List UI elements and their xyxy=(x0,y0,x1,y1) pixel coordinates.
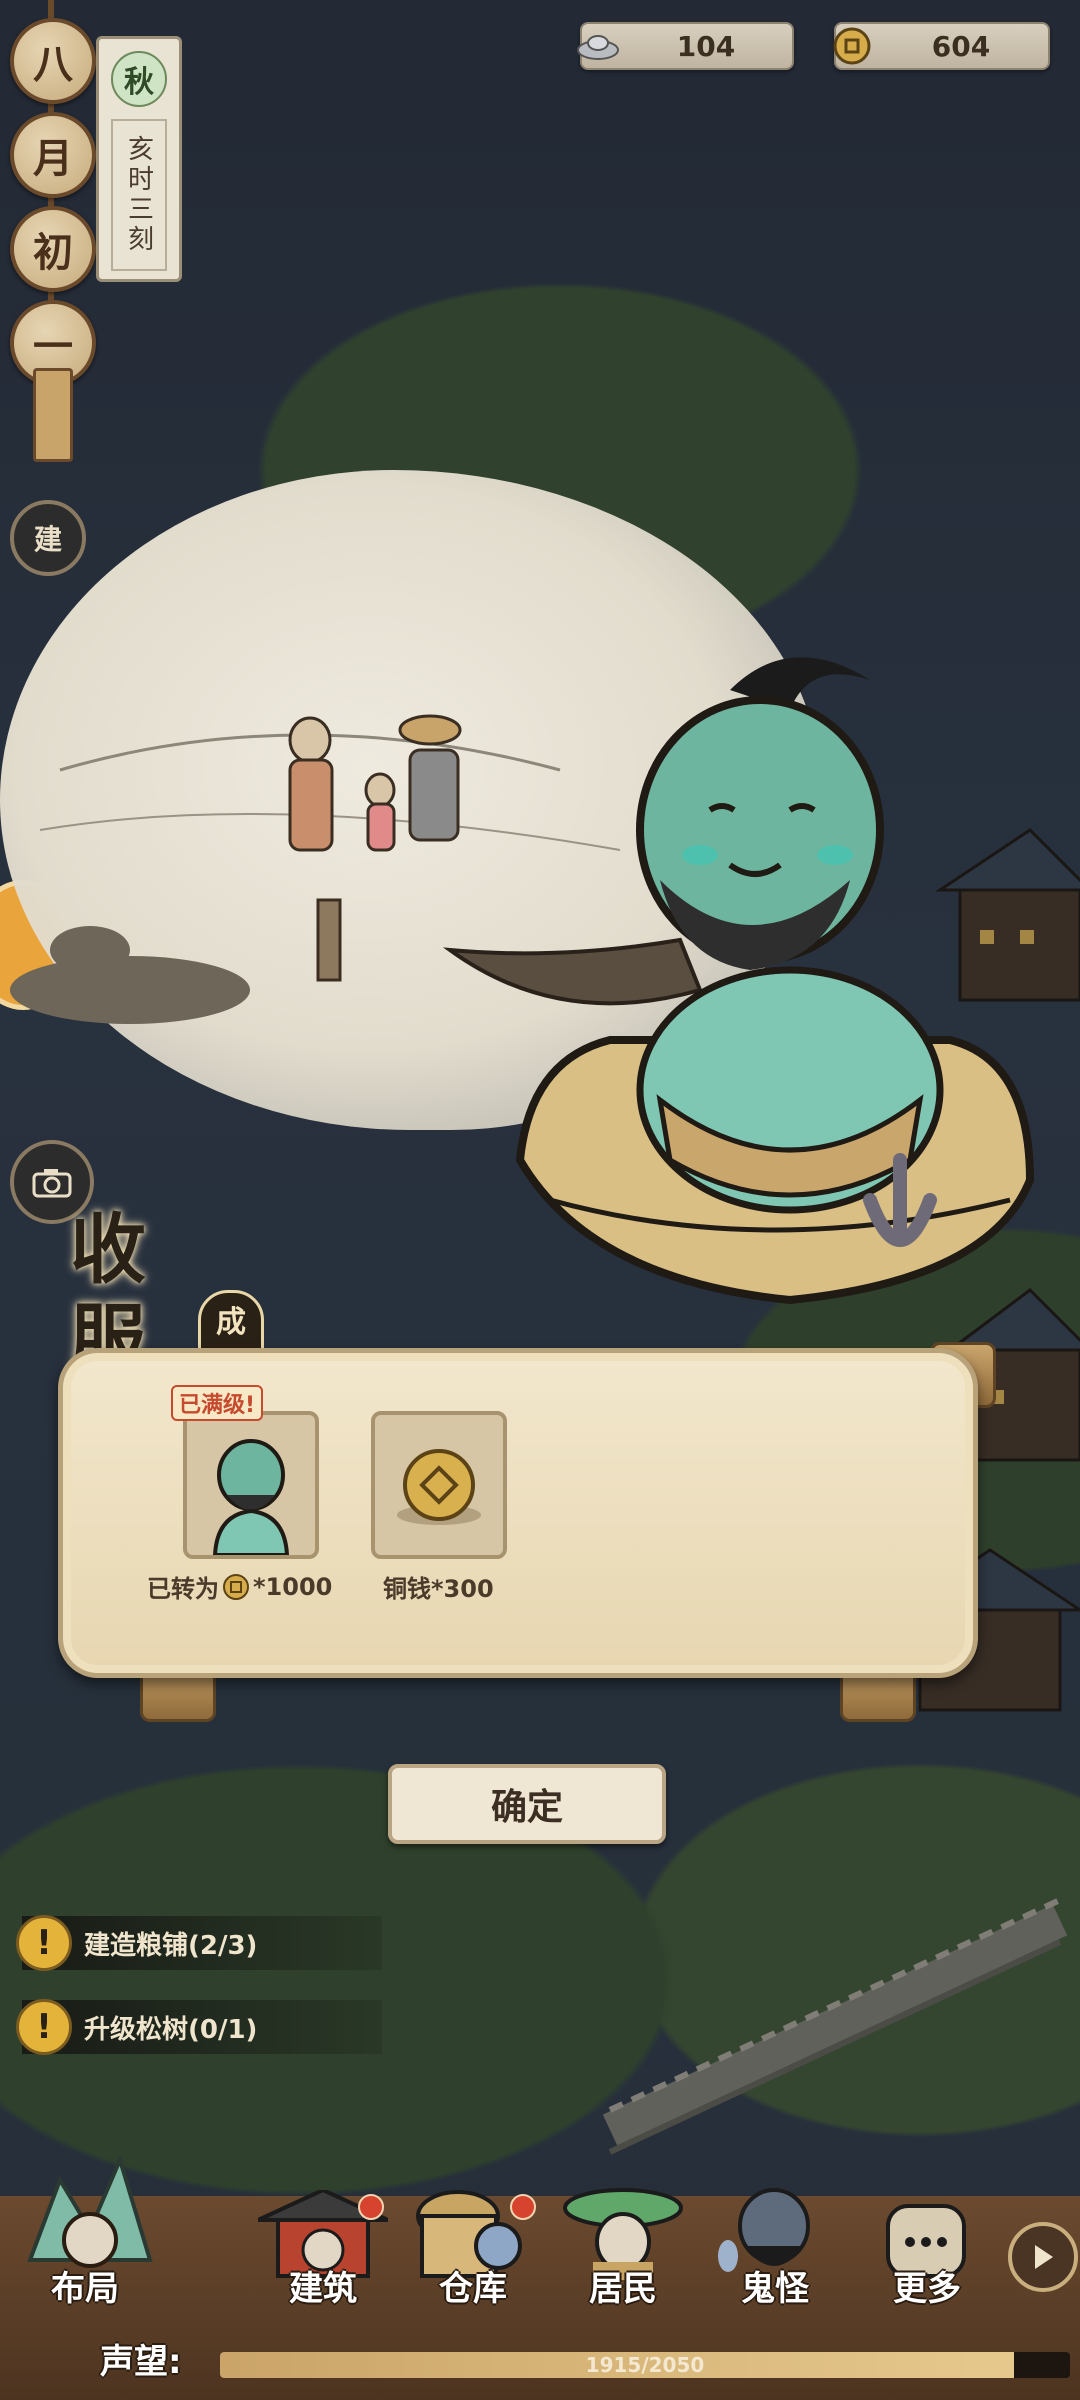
exclamation-icon: ! xyxy=(16,1999,72,2055)
nav-warehouse-button[interactable]: 仓库 xyxy=(398,2150,548,2310)
chevron-right-icon xyxy=(1035,2245,1053,2269)
calendar-bead: 月 xyxy=(10,112,96,198)
notification-dot xyxy=(510,2194,536,2220)
quest-item[interactable]: ! 建造粮铺(2/3) xyxy=(16,1915,382,1971)
silver-ingot-icon xyxy=(576,24,620,68)
converted-amount: *1000 xyxy=(253,1572,333,1601)
coin-reward-label: 铜钱*300 xyxy=(383,1575,494,1603)
copper-counter[interactable]: 604 xyxy=(833,22,1050,70)
nav-label: 更多 xyxy=(893,2269,961,2309)
ghost-boatman-portrait-icon xyxy=(212,1439,290,1557)
calendar-date[interactable]: 八 月 初 一 xyxy=(10,18,96,386)
quest-text: 建造粮铺(2/3) xyxy=(84,1930,258,1961)
copper-coin-icon xyxy=(830,24,874,68)
season-label: 秋 xyxy=(111,51,167,107)
calendar-bead: 初 xyxy=(10,206,96,292)
silver-counter[interactable]: 104 xyxy=(577,22,794,70)
title-sub-char: 成 xyxy=(216,1305,246,1340)
ghost-boatman-character xyxy=(515,657,1035,1305)
converted-prefix: 已转为 xyxy=(147,1575,219,1603)
confirm-label: 确定 xyxy=(490,1787,563,1828)
nav-building-button[interactable]: 建筑 xyxy=(248,2150,398,2310)
nav-next-button[interactable] xyxy=(1008,2222,1078,2292)
reward-scroll-panel: 已满级! 已转为 *1000 铜钱*300 xyxy=(58,1348,978,1678)
reputation-progress-text: 1915/2050 xyxy=(585,2353,705,2377)
nav-ghosts-button[interactable]: 鬼怪 xyxy=(700,2150,850,2310)
copper-coin-icon xyxy=(223,1573,249,1600)
nav-label: 建筑 xyxy=(289,2269,357,2309)
calendar-tassel xyxy=(33,368,73,462)
family-figures xyxy=(288,714,462,852)
reputation-label: 声望: xyxy=(100,2342,182,2382)
layout-icon xyxy=(27,2154,153,2268)
reputation-progress-bar: 1915/2050 xyxy=(220,2352,1070,2378)
calendar-bead: 八 xyxy=(10,18,96,104)
time-label: 亥时三刻 xyxy=(111,119,167,271)
reward-slot-character[interactable] xyxy=(183,1411,319,1559)
quest-text: 升级松树(0/1) xyxy=(84,2014,258,2045)
nav-label: 鬼怪 xyxy=(741,2269,809,2309)
converted-label: 已转为 *1000 xyxy=(147,1569,332,1604)
silver-value: 104 xyxy=(676,29,736,63)
nav-more-button[interactable]: 更多 xyxy=(852,2150,1002,2310)
exclamation-icon: ! xyxy=(16,1915,72,1971)
nav-label: 仓库 xyxy=(439,2269,507,2309)
nav-layout-button[interactable]: 布局 xyxy=(10,2150,160,2310)
nav-residents-button[interactable]: 居民 xyxy=(548,2150,698,2310)
confirm-button[interactable]: 确定 xyxy=(388,1764,666,1844)
copper-coin-icon xyxy=(397,1449,481,1525)
quest-item[interactable]: ! 升级松树(0/1) xyxy=(16,1999,382,2055)
nav-label: 居民 xyxy=(589,2269,657,2309)
season-card[interactable]: 秋 亥时三刻 xyxy=(96,36,182,282)
reward-slot-coin[interactable] xyxy=(371,1411,507,1559)
camera-icon xyxy=(32,1169,72,1198)
copper-value: 604 xyxy=(931,29,991,63)
nav-label: 布局 xyxy=(51,2269,119,2309)
max-level-badge: 已满级! xyxy=(171,1385,264,1421)
notification-dot xyxy=(358,2194,384,2220)
